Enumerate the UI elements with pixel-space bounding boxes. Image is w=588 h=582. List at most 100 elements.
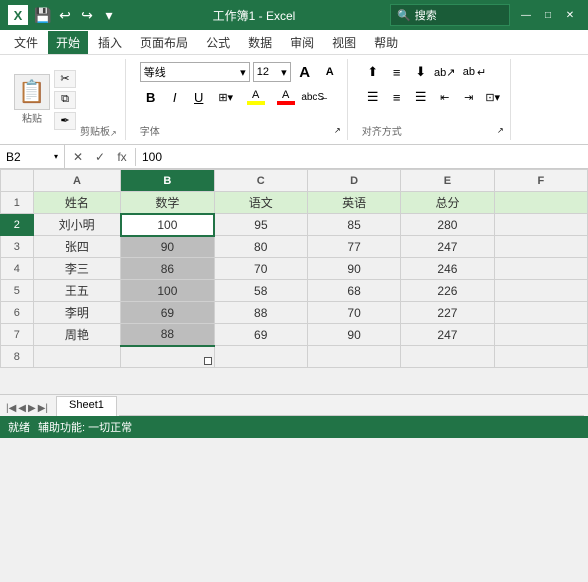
- nav-prev-arrow[interactable]: ◀: [18, 403, 26, 414]
- menu-help[interactable]: 帮助: [366, 31, 406, 54]
- cell-D1[interactable]: 英语: [307, 192, 400, 214]
- font-color-button[interactable]: A: [272, 86, 300, 108]
- col-header-F[interactable]: F: [494, 170, 587, 192]
- col-header-A[interactable]: A: [33, 170, 121, 192]
- cell-D7[interactable]: 90: [307, 324, 400, 346]
- cell-B6[interactable]: 69: [121, 302, 214, 324]
- cell-D2[interactable]: 85: [307, 214, 400, 236]
- cell-A2[interactable]: 刘小明: [33, 214, 121, 236]
- cell-F4[interactable]: [494, 258, 587, 280]
- underline-button[interactable]: U: [188, 86, 210, 108]
- menu-formula[interactable]: 公式: [198, 31, 238, 54]
- cell-E1[interactable]: 总分: [401, 192, 494, 214]
- cell-F6[interactable]: [494, 302, 587, 324]
- cell-A1[interactable]: 姓名: [33, 192, 121, 214]
- nav-first-arrow[interactable]: |◀: [6, 403, 16, 414]
- right-align-button[interactable]: ☰: [410, 86, 432, 108]
- menu-insert[interactable]: 插入: [90, 31, 130, 54]
- cell-B8[interactable]: [121, 346, 214, 368]
- cell-B2[interactable]: 100: [121, 214, 214, 236]
- maximize-btn[interactable]: □: [538, 5, 558, 25]
- sheet-tab-1[interactable]: Sheet1: [56, 396, 117, 416]
- cell-E5[interactable]: 226: [401, 280, 494, 302]
- left-align-button[interactable]: ☰: [362, 86, 384, 108]
- font-name-select[interactable]: 等线 ▾: [140, 62, 250, 82]
- close-btn[interactable]: ✕: [560, 5, 580, 25]
- cell-A4[interactable]: 李三: [33, 258, 121, 280]
- merge-button[interactable]: ⊡▾: [482, 86, 504, 108]
- customize-icon[interactable]: ▾: [100, 6, 118, 24]
- center-align-button[interactable]: ≡: [386, 86, 408, 108]
- formula-input[interactable]: [136, 145, 588, 168]
- cell-A5[interactable]: 王五: [33, 280, 121, 302]
- col-header-B[interactable]: B: [121, 170, 214, 192]
- cell-C1[interactable]: 语文: [214, 192, 307, 214]
- cell-C4[interactable]: 70: [214, 258, 307, 280]
- cell-B5[interactable]: 100: [121, 280, 214, 302]
- font-size-select[interactable]: 12 ▾: [253, 62, 291, 82]
- border-button[interactable]: ⊞▾: [212, 86, 240, 108]
- bold-button[interactable]: B: [140, 86, 162, 108]
- formula-confirm-btn[interactable]: ✓: [91, 148, 109, 166]
- italic-button[interactable]: I: [164, 86, 186, 108]
- col-header-E[interactable]: E: [401, 170, 494, 192]
- undo-icon[interactable]: ↩: [56, 6, 74, 24]
- menu-review[interactable]: 审阅: [282, 31, 322, 54]
- cell-C3[interactable]: 80: [214, 236, 307, 258]
- font-grow-button[interactable]: A: [294, 61, 316, 83]
- cell-D5[interactable]: 68: [307, 280, 400, 302]
- copy-button[interactable]: ⧉: [54, 91, 76, 109]
- cell-E7[interactable]: 247: [401, 324, 494, 346]
- align-expand-icon[interactable]: ↗: [497, 126, 504, 135]
- cell-A8[interactable]: [33, 346, 121, 368]
- cell-C6[interactable]: 88: [214, 302, 307, 324]
- col-header-D[interactable]: D: [307, 170, 400, 192]
- cell-E3[interactable]: 247: [401, 236, 494, 258]
- cell-F8[interactable]: [494, 346, 587, 368]
- strikethrough-button[interactable]: abcS̶: [302, 86, 324, 108]
- redo-icon[interactable]: ↪: [78, 6, 96, 24]
- menu-page-layout[interactable]: 页面布局: [132, 31, 196, 54]
- cell-F7[interactable]: [494, 324, 587, 346]
- indent-dec-button[interactable]: ⇤: [434, 86, 456, 108]
- cell-D8[interactable]: [307, 346, 400, 368]
- paste-button[interactable]: 📋: [14, 74, 50, 110]
- fill-handle[interactable]: [204, 357, 212, 365]
- menu-view[interactable]: 视图: [324, 31, 364, 54]
- format-painter-button[interactable]: ✒: [54, 112, 76, 130]
- cell-E2[interactable]: 280: [401, 214, 494, 236]
- minimize-btn[interactable]: —: [516, 5, 536, 25]
- cell-B1[interactable]: 数学: [121, 192, 214, 214]
- cell-B4[interactable]: 86: [121, 258, 214, 280]
- cell-B3[interactable]: 90: [121, 236, 214, 258]
- cell-D3[interactable]: 77: [307, 236, 400, 258]
- search-box[interactable]: 🔍 搜索: [390, 4, 510, 26]
- cell-C8[interactable]: [214, 346, 307, 368]
- top-align-button[interactable]: ⬆: [362, 61, 384, 83]
- save-icon[interactable]: 💾: [34, 6, 52, 24]
- nav-last-arrow[interactable]: ▶|: [38, 403, 48, 414]
- cell-F3[interactable]: [494, 236, 587, 258]
- cell-F5[interactable]: [494, 280, 587, 302]
- formula-func-btn[interactable]: fx: [113, 148, 131, 166]
- font-shrink-button[interactable]: A: [319, 61, 341, 83]
- cell-C2[interactable]: 95: [214, 214, 307, 236]
- cell-E4[interactable]: 246: [401, 258, 494, 280]
- cut-button[interactable]: ✂: [54, 70, 76, 88]
- cell-A6[interactable]: 李明: [33, 302, 121, 324]
- cell-F1[interactable]: [494, 192, 587, 214]
- cell-E8[interactable]: [401, 346, 494, 368]
- cell-F2[interactable]: [494, 214, 587, 236]
- menu-home[interactable]: 开始: [48, 31, 88, 54]
- name-box[interactable]: B2 ▾: [0, 145, 65, 168]
- cell-A3[interactable]: 张四: [33, 236, 121, 258]
- menu-file[interactable]: 文件: [6, 31, 46, 54]
- clipboard-expand-icon[interactable]: ↗: [110, 129, 117, 138]
- formula-cancel-btn[interactable]: ✕: [69, 148, 87, 166]
- cell-C7[interactable]: 69: [214, 324, 307, 346]
- fill-color-button[interactable]: A: [242, 86, 270, 108]
- nav-next-arrow[interactable]: ▶: [28, 403, 36, 414]
- cell-D6[interactable]: 70: [307, 302, 400, 324]
- cell-E6[interactable]: 227: [401, 302, 494, 324]
- menu-data[interactable]: 数据: [240, 31, 280, 54]
